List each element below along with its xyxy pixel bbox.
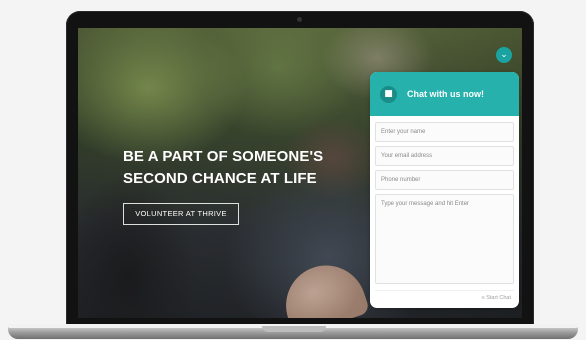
message-textarea[interactable]: Type your message and hit Enter	[375, 194, 514, 284]
email-input[interactable]: Your email address	[375, 146, 514, 166]
chat-widget: ■ Chat with us now! Enter your name Your…	[370, 72, 519, 308]
hero-headline: BE A PART OF SOMEONE'S SECOND CHANCE AT …	[123, 146, 383, 190]
phone-input[interactable]: Phone number	[375, 170, 514, 190]
chat-header: ■ Chat with us now!	[370, 72, 519, 116]
name-input[interactable]: Enter your name	[375, 122, 514, 142]
camera-dot	[297, 17, 302, 22]
chat-title: Chat with us now!	[407, 89, 484, 99]
chevron-down-icon[interactable]: ⌄	[496, 47, 512, 63]
website-screen: BE A PART OF SOMEONE'S SECOND CHANCE AT …	[78, 28, 522, 318]
laptop-lid: BE A PART OF SOMEONE'S SECOND CHANCE AT …	[66, 11, 534, 328]
chat-bubbles-icon: ■	[380, 85, 397, 103]
laptop-mockup: BE A PART OF SOMEONE'S SECOND CHANCE AT …	[0, 0, 586, 340]
volunteer-button[interactable]: VOLUNTEER AT THRIVE	[123, 203, 239, 225]
start-chat-button[interactable]: ≡ Start Chat	[375, 290, 514, 304]
hero-headline-line-1: BE A PART OF SOMEONE'S	[123, 148, 324, 165]
hero-headline-line-2: SECOND CHANCE AT LIFE	[123, 170, 317, 187]
chat-form: Enter your name Your email address Phone…	[370, 116, 519, 284]
laptop-notch	[262, 326, 326, 332]
